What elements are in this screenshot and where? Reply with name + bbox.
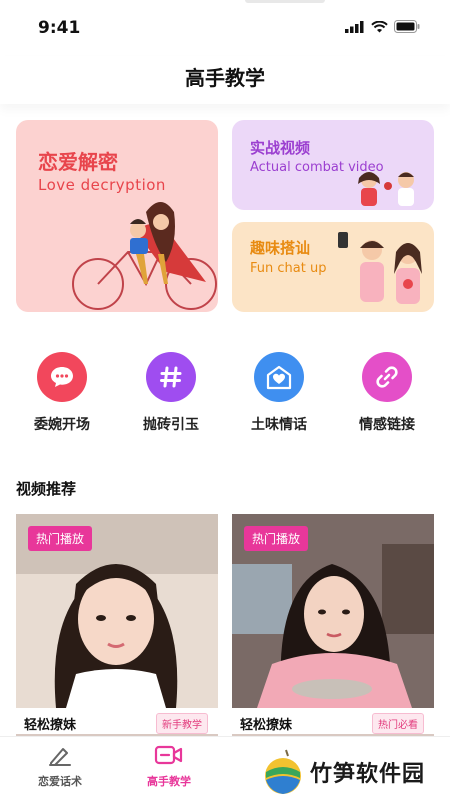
couple-bicycle-illustration <box>72 202 217 310</box>
link-icon <box>362 352 412 402</box>
combat-video-title: 实战视频 <box>250 139 311 157</box>
love-decryption-title: 恋爱解密 <box>38 150 118 174</box>
video-tag: 新手教学 <box>156 713 208 734</box>
section-title-video-recommend: 视频推荐 <box>16 480 77 498</box>
chat-bubble-icon <box>37 352 87 402</box>
tab-master-teaching[interactable]: 高手教学 <box>119 743 219 789</box>
category-gentle-opening[interactable]: 委婉开场 <box>12 352 112 434</box>
heart-icon <box>254 352 304 402</box>
header: 高手教学 <box>0 56 450 104</box>
fun-chat-card[interactable]: 趣味搭讪 Fun chat up <box>232 222 434 312</box>
tab-label: 恋爱话术 <box>38 775 82 788</box>
fun-chat-title: 趣味搭讪 <box>250 239 311 257</box>
tab-love-scripts[interactable]: 恋爱话术 <box>10 743 110 789</box>
watermark: 竹笋软件园 <box>262 744 450 800</box>
bamboo-logo-icon <box>265 749 301 794</box>
battery-icon <box>394 20 420 33</box>
video-camera-icon <box>154 745 183 765</box>
category-label: 抛砖引玉 <box>143 417 199 433</box>
hashtag-icon <box>146 352 196 402</box>
video-card[interactable]: 热门播放 轻松撩妹 热门必看 <box>232 514 434 736</box>
category-emotional-link[interactable]: 情感链接 <box>337 352 437 434</box>
couple-illustration <box>358 172 414 206</box>
status-icons <box>345 20 420 33</box>
fun-chat-subtitle: Fun chat up <box>250 261 327 276</box>
hot-play-badge: 热门播放 <box>28 526 93 551</box>
status-time: 9:41 <box>38 18 81 38</box>
couple-phone-illustration <box>338 232 422 304</box>
video-card[interactable]: 热门播放 轻松撩妹 新手教学 <box>16 514 218 736</box>
signal-icon <box>345 20 364 33</box>
video-title: 轻松撩妹 <box>240 718 293 733</box>
tab-label: 高手教学 <box>147 775 191 788</box>
category-brick-jade[interactable]: 抛砖引玉 <box>121 352 221 434</box>
category-label: 土味情话 <box>251 417 307 433</box>
category-label: 委婉开场 <box>34 417 90 433</box>
pen-sign-icon <box>49 748 71 766</box>
hot-play-badge: 热门播放 <box>244 526 309 551</box>
page-title: 高手教学 <box>185 66 265 90</box>
watermark-text: 竹笋软件园 <box>310 762 426 787</box>
category-label: 情感链接 <box>359 417 415 433</box>
notch <box>245 0 325 3</box>
wifi-icon <box>371 20 388 32</box>
combat-video-card[interactable]: 实战视频 Actual combat video <box>232 120 434 210</box>
status-bar: 9:41 <box>0 0 450 56</box>
video-title: 轻松撩妹 <box>24 718 77 733</box>
category-cheesy-lines[interactable]: 土味情话 <box>229 352 329 434</box>
video-tag: 热门必看 <box>372 713 424 734</box>
love-decryption-card[interactable]: 恋爱解密 Love decryption <box>16 120 218 312</box>
